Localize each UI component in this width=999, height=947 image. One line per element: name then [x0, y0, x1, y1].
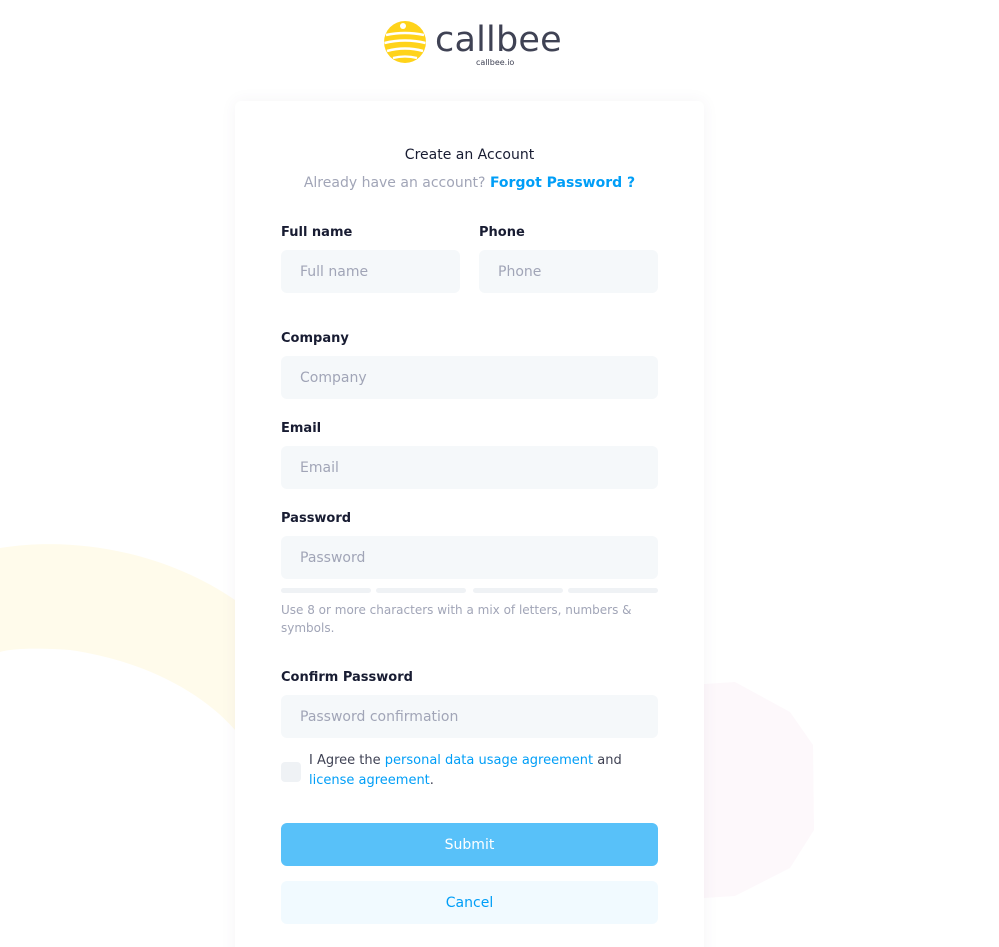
password-label: Password [281, 511, 352, 526]
logo-wordmark: callbee [435, 20, 562, 60]
license-agreement-link[interactable]: license agreement [309, 773, 430, 788]
page-title: Create an Account [404, 147, 535, 163]
agreement-prefix: I Agree the [309, 753, 381, 768]
submit-button[interactable]: Submit [281, 823, 658, 866]
full-name-label: Full name [281, 225, 353, 240]
email-input[interactable] [281, 446, 658, 489]
signup-card: Create an Account Already have an accoun… [235, 101, 704, 947]
password-strength-segment [473, 588, 563, 593]
agreement-text: I Agree the personal data usage agreemen… [309, 751, 649, 791]
password-strength-segment [568, 588, 658, 593]
password-input[interactable] [281, 536, 658, 579]
confirm-password-input[interactable] [281, 695, 658, 738]
password-strength-segment [281, 588, 371, 593]
personal-data-agreement-link[interactable]: personal data usage agreement [385, 753, 593, 768]
callbee-logo: callbee callbee.io [383, 20, 563, 68]
full-name-input[interactable] [281, 250, 460, 293]
callbee-logo-icon [384, 21, 426, 63]
confirm-password-label: Confirm Password [281, 670, 413, 685]
phone-input[interactable] [479, 250, 658, 293]
cancel-button[interactable]: Cancel [281, 881, 658, 924]
email-label: Email [281, 421, 322, 436]
company-label: Company [281, 331, 349, 346]
signin-prompt-text: Already have an account? [303, 175, 486, 191]
company-input[interactable] [281, 356, 658, 399]
logo-domain: callbee.io [476, 58, 515, 67]
signin-prompt: Already have an account? Forgot Password… [235, 175, 704, 191]
agreement-middle: and [597, 753, 622, 768]
forgot-password-link[interactable]: Forgot Password ? [490, 175, 635, 191]
agree-checkbox[interactable] [281, 762, 301, 782]
phone-label: Phone [479, 225, 525, 240]
password-strength-segment [376, 588, 466, 593]
agreement-suffix: . [429, 773, 434, 788]
password-hint: Use 8 or more characters with a mix of l… [281, 603, 632, 635]
